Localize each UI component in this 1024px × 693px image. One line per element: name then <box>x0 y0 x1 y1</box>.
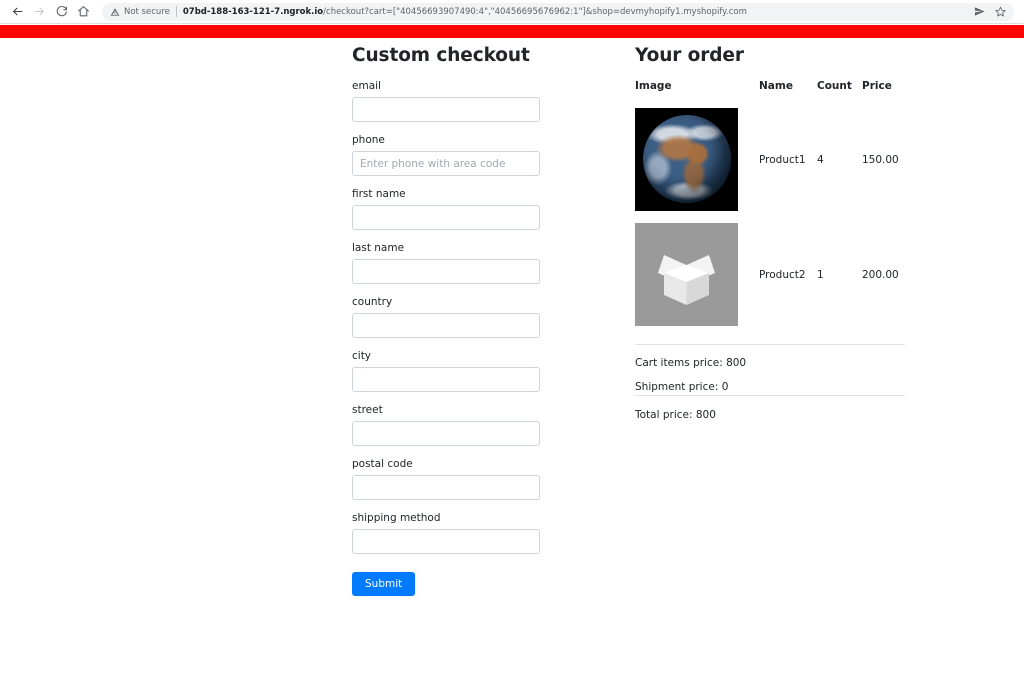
product-name: Product1 <box>759 153 806 166</box>
column-header-count: Count <box>817 80 852 92</box>
home-icon[interactable] <box>72 2 94 22</box>
field-country: country <box>352 296 612 338</box>
street-input[interactable] <box>352 421 540 446</box>
submit-button[interactable]: Submit <box>352 572 416 596</box>
address-bar[interactable]: Not secure 07bd-188-163-121-7.ngrok.io/c… <box>102 2 1014 21</box>
city-input[interactable] <box>352 367 540 392</box>
column-header-price: Price <box>862 80 892 92</box>
field-last-name: last name <box>352 242 612 284</box>
phone-input[interactable] <box>352 151 540 176</box>
last-name-input[interactable] <box>352 259 540 284</box>
page-title: Custom checkout <box>352 45 530 66</box>
email-input[interactable] <box>352 97 540 122</box>
security-status-text: Not secure <box>124 6 170 17</box>
table-header-row: Image Name Count Price <box>635 80 907 102</box>
earth-photo-image <box>635 108 738 211</box>
field-email: email <box>352 80 612 122</box>
product-price: 200.00 <box>862 268 899 281</box>
field-label-first-name: first name <box>352 188 406 200</box>
order-summary-section: Your order Image Name Count Price Produc… <box>635 45 907 421</box>
globe-shape <box>643 115 731 203</box>
field-label-postal-code: postal code <box>352 458 413 470</box>
omnibox-separator <box>175 6 177 17</box>
field-label-country: country <box>352 296 393 308</box>
column-header-name: Name <box>759 80 793 92</box>
url-path: /checkout?cart=["40456693907490:4","4045… <box>323 6 747 17</box>
field-phone: phone <box>352 134 612 176</box>
open-box-icon <box>658 255 715 305</box>
reload-icon[interactable] <box>50 2 72 22</box>
postal-code-input[interactable] <box>352 475 540 500</box>
cart-items-price: Cart items price: 800 <box>635 357 747 369</box>
shipping-method-input[interactable] <box>352 529 540 554</box>
red-banner <box>0 25 1024 38</box>
field-label-street: street <box>352 404 383 416</box>
bookmark-star-icon[interactable] <box>995 6 1006 17</box>
country-input[interactable] <box>352 313 540 338</box>
product-price: 150.00 <box>862 153 899 166</box>
table-row: Product2 1 200.00 <box>635 217 907 332</box>
url-host: 07bd-188-163-121-7.ngrok.io <box>182 6 324 17</box>
order-totals: Cart items price: 800 Shipment price: 0 <box>635 345 907 393</box>
product-image-cell <box>635 102 759 217</box>
field-label-phone: phone <box>352 134 385 146</box>
order-total-section: Total price: 800 <box>635 396 907 421</box>
column-header-image: Image <box>635 80 672 92</box>
not-secure-warning-icon[interactable] <box>110 7 120 17</box>
product-count: 1 <box>817 268 824 281</box>
share-icon[interactable] <box>974 6 985 17</box>
field-label-shipping-method: shipping method <box>352 512 441 524</box>
order-title: Your order <box>635 45 744 66</box>
box-placeholder-image <box>635 223 738 326</box>
product-image-cell <box>635 217 759 332</box>
checkout-form-section: Custom checkout email phone first name l… <box>352 45 612 596</box>
field-street: street <box>352 404 612 446</box>
back-icon[interactable] <box>6 2 28 22</box>
shipment-price: Shipment price: 0 <box>635 381 729 393</box>
product-name: Product2 <box>759 268 806 281</box>
field-city: city <box>352 350 612 392</box>
first-name-input[interactable] <box>352 205 540 230</box>
product-count: 4 <box>817 153 824 166</box>
field-first-name: first name <box>352 188 612 230</box>
table-row: Product1 4 150.00 <box>635 102 907 217</box>
field-shipping-method: shipping method <box>352 512 612 554</box>
order-table: Image Name Count Price Product1 4 150.00 <box>635 80 907 332</box>
field-label-last-name: last name <box>352 242 405 254</box>
field-postal-code: postal code <box>352 458 612 500</box>
browser-toolbar: Not secure 07bd-188-163-121-7.ngrok.io/c… <box>0 0 1024 24</box>
total-price: Total price: 800 <box>635 409 716 421</box>
forward-icon[interactable] <box>28 2 50 22</box>
field-label-email: email <box>352 80 381 92</box>
url-text: 07bd-188-163-121-7.ngrok.io/checkout?car… <box>183 7 966 17</box>
page-content: Custom checkout email phone first name l… <box>0 38 1024 693</box>
field-label-city: city <box>352 350 372 362</box>
